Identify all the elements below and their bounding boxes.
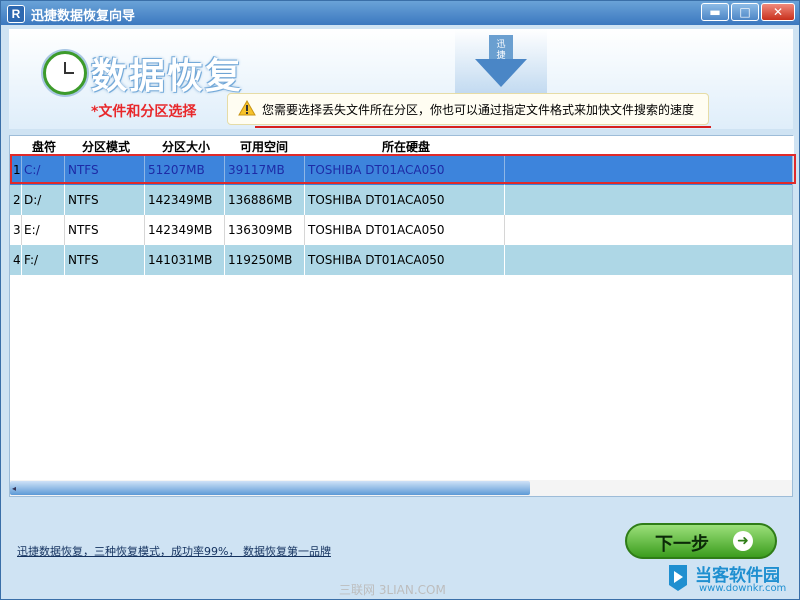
window-title: 迅捷数据恢复向导 (31, 9, 136, 24)
table-row[interactable]: 3 E:/ NTFS 142349MB 136309MB TOSHIBA DT0… (10, 215, 792, 245)
column-header-size[interactable]: 分区大小 (162, 138, 210, 155)
section-subtitle: *文件和分区选择 (91, 104, 197, 120)
annotation-underline (255, 126, 711, 128)
disk-cell: TOSHIBA DT01ACA050 (308, 253, 445, 267)
page-title: 数据恢复 (91, 56, 244, 97)
app-logo-icon: R (7, 5, 25, 23)
tip-box: 您需要选择丢失文件所在分区，你也可以通过指定文件格式来加快文件搜索的速度 (227, 93, 709, 125)
mode-cell: NTFS (68, 253, 99, 267)
free-cell: 136309MB (228, 223, 293, 237)
arrow-label-bottom: 捷 (496, 49, 505, 61)
drive-cell: F:/ (24, 253, 39, 267)
watermark-logo-icon (669, 565, 687, 591)
row-index: 3 (13, 223, 21, 237)
minimize-button[interactable]: ▬ (701, 3, 729, 21)
partition-table: 盘符 分区模式 分区大小 可用空间 所在硬盘 1 C:/ NTFS 51207M… (9, 135, 796, 497)
arrow-label-top: 迅 (496, 39, 505, 50)
column-header-disk[interactable]: 所在硬盘 (382, 138, 430, 155)
scrollbar-thumb[interactable]: ◂ (10, 481, 530, 495)
drive-cell: E:/ (24, 223, 40, 237)
promo-link[interactable]: 迅捷数据恢复，三种恢复模式，成功率99%， 数据恢复第一品牌 (17, 543, 331, 559)
selection-highlight (10, 154, 796, 184)
watermark-logo-url: www.downkr.com (699, 583, 787, 594)
horizontal-scrollbar[interactable]: ◂ (10, 480, 792, 496)
next-button-label: 下一步 (655, 534, 709, 555)
disk-cell: TOSHIBA DT01ACA050 (308, 193, 445, 207)
watermark-logo: 当客软件园 www.downkr.com (665, 559, 797, 599)
header-banner: 数据恢复 迅 捷 *文件和分区选择 您需要选择丢失文件所在分区，你也可以通过指定… (9, 29, 793, 129)
app-window: R 迅捷数据恢复向导 ▬ □ ✕ 数据恢复 迅 捷 *文件和分区选择 您需要选择… (0, 0, 800, 600)
size-cell: 141031MB (148, 253, 213, 267)
next-button[interactable]: 下一步 ➜ (625, 523, 777, 559)
table-row[interactable]: 4 F:/ NTFS 141031MB 119250MB TOSHIBA DT0… (10, 245, 792, 275)
table-header: 盘符 分区模式 分区大小 可用空间 所在硬盘 (10, 136, 794, 155)
arrow-right-icon: ➜ (733, 531, 753, 551)
mode-cell: NTFS (68, 223, 99, 237)
drive-cell: D:/ (24, 193, 42, 207)
size-cell: 142349MB (148, 223, 213, 237)
watermark-text: 三联网 3LIAN.COM (339, 583, 446, 597)
download-arrow-icon: 迅 捷 (475, 35, 527, 87)
free-cell: 136886MB (228, 193, 293, 207)
mode-cell: NTFS (68, 193, 99, 207)
table-row[interactable]: 2 D:/ NTFS 142349MB 136886MB TOSHIBA DT0… (10, 185, 792, 215)
row-index: 4 (13, 253, 21, 267)
clock-icon (43, 51, 87, 95)
close-button[interactable]: ✕ (761, 3, 795, 21)
tip-text: 您需要选择丢失文件所在分区，你也可以通过指定文件格式来加快文件搜索的速度 (262, 103, 695, 117)
scroll-left-icon[interactable]: ◂ (12, 484, 16, 493)
column-header-mode[interactable]: 分区模式 (82, 138, 130, 155)
column-header-free[interactable]: 可用空间 (240, 138, 288, 155)
size-cell: 142349MB (148, 193, 213, 207)
free-cell: 119250MB (228, 253, 293, 267)
disk-cell: TOSHIBA DT01ACA050 (308, 223, 445, 237)
maximize-button[interactable]: □ (731, 3, 759, 21)
column-header-drive[interactable]: 盘符 (32, 138, 56, 155)
warning-icon (238, 100, 256, 116)
row-index: 2 (13, 193, 21, 207)
title-bar[interactable]: R 迅捷数据恢复向导 ▬ □ ✕ (1, 1, 799, 25)
